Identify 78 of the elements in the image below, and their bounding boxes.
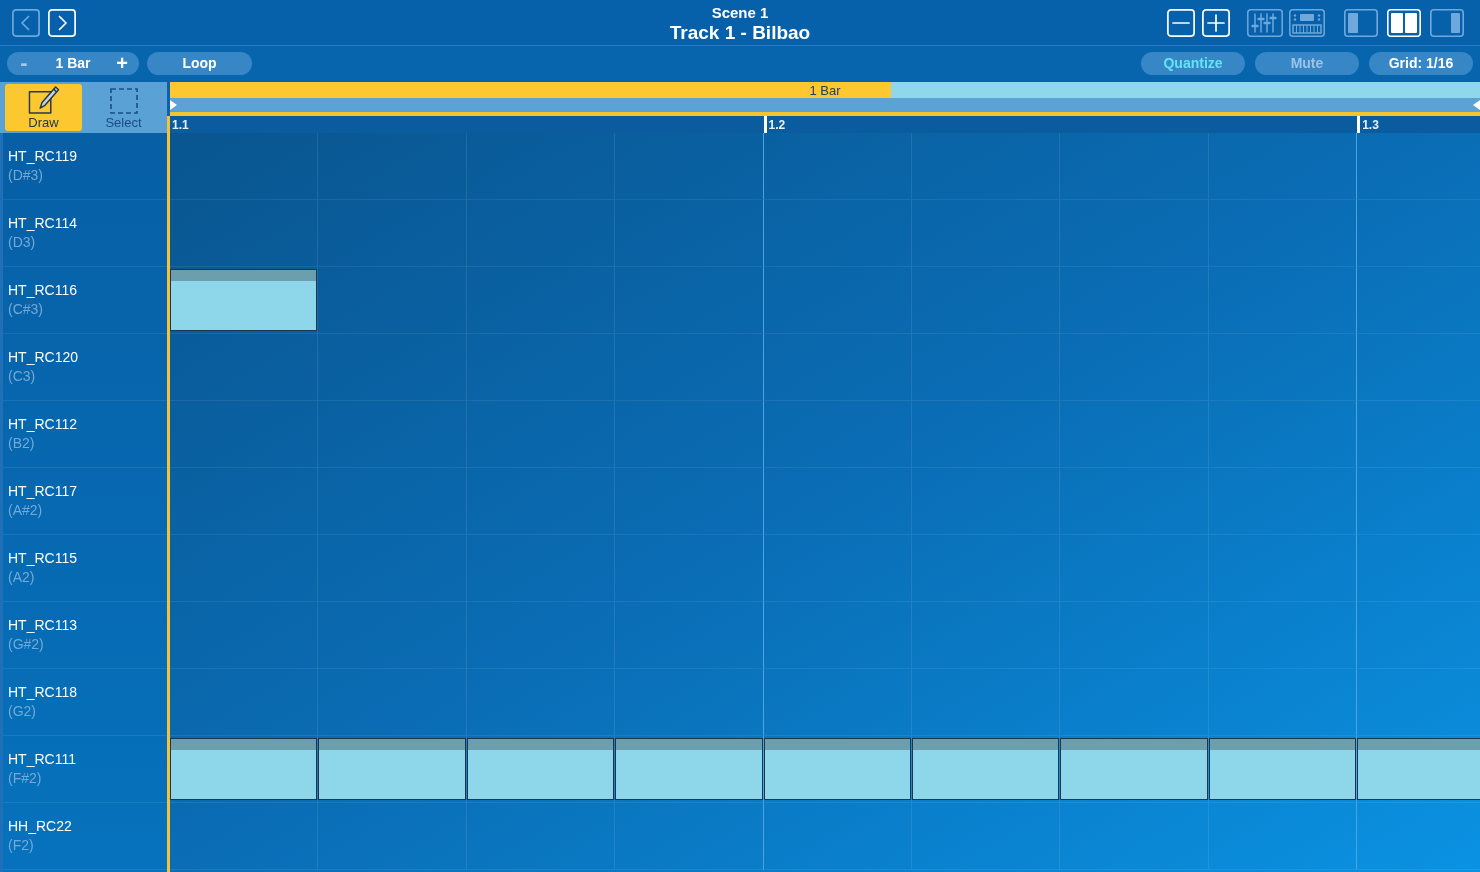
- overview-label: 1 Bar: [809, 83, 841, 97]
- minus-icon: [1167, 8, 1195, 37]
- layout-button[interactable]: [1344, 8, 1378, 37]
- zoom-out-button[interactable]: [1167, 8, 1195, 37]
- pitch-label: (G2): [8, 702, 36, 721]
- sliders-icon: [1247, 8, 1283, 37]
- sample-name: HT_RC115: [8, 549, 77, 568]
- sample-name: HT_RC119: [8, 147, 77, 166]
- right-panel-icon: [1430, 8, 1464, 37]
- step-cell[interactable]: [615, 267, 764, 334]
- plus-icon: [1202, 8, 1230, 37]
- tool-button[interactable]: Select: [85, 84, 162, 131]
- pitch-label: (D3): [8, 233, 36, 252]
- step-cell[interactable]: [615, 200, 764, 267]
- step-cell[interactable]: [1208, 200, 1358, 267]
- step-cell[interactable]: [1208, 803, 1358, 870]
- step-cell[interactable]: [1208, 401, 1358, 468]
- sample-name: HT_RC117: [8, 482, 77, 501]
- loop-button[interactable]: Loop: [147, 51, 252, 75]
- pitch-label: (A#2): [8, 501, 43, 520]
- sample-name: HT_RC120: [8, 348, 79, 367]
- pitch-label: (F#2): [8, 769, 42, 788]
- dashed-square-icon: [108, 87, 139, 115]
- sample-name: HT_RC113: [8, 616, 77, 635]
- tick-mark-icon: [763, 116, 767, 133]
- forward-button[interactable]: [48, 8, 76, 37]
- sample-name: HT_RC118: [8, 683, 77, 702]
- sample-name: HH_RC22: [8, 817, 72, 836]
- step-cell[interactable]: [1208, 669, 1358, 736]
- step-cell[interactable]: [615, 535, 764, 602]
- ruler-label: 1.3: [1362, 117, 1379, 131]
- pitch-label: (B2): [8, 434, 35, 453]
- step-cell[interactable]: [615, 133, 764, 200]
- pitch-label: (G#2): [8, 635, 44, 654]
- pencil-square-icon: [26, 84, 61, 115]
- layout-button[interactable]: [1430, 8, 1464, 37]
- step-cell[interactable]: [615, 468, 764, 535]
- bar-length-value: 1 Bar: [55, 53, 91, 73]
- loop-start-triangle-icon[interactable]: [170, 100, 177, 110]
- zoom-in-button[interactable]: [1202, 8, 1230, 37]
- two-panels-icon: [1387, 8, 1421, 37]
- loop-end-triangle-icon[interactable]: [1473, 100, 1480, 110]
- ruler-label: 1.2: [768, 117, 786, 131]
- tool-button[interactable]: Draw: [5, 84, 82, 131]
- step-cell[interactable]: [615, 334, 764, 401]
- step-cell[interactable]: [1208, 602, 1358, 669]
- pitch-label: (C3): [8, 367, 36, 386]
- step-cell[interactable]: [615, 803, 764, 870]
- chevron-right-icon: [48, 8, 76, 37]
- sample-name: HT_RC116: [8, 281, 77, 300]
- pitch-label: (A2): [8, 568, 35, 587]
- instrument-toggle[interactable]: [1289, 8, 1325, 37]
- step-cell[interactable]: [1208, 133, 1358, 200]
- step-cell[interactable]: [615, 669, 764, 736]
- step-cell[interactable]: [1208, 468, 1358, 535]
- step-cell[interactable]: [1208, 535, 1358, 602]
- toolbar-button[interactable]: Quantize: [1141, 51, 1245, 75]
- step-cell[interactable]: [1208, 334, 1358, 401]
- ruler-label: 1.1: [172, 117, 189, 131]
- step-cell[interactable]: [615, 602, 764, 669]
- pitch-label: (C#3): [8, 300, 43, 319]
- mixer-toggle[interactable]: [1247, 8, 1283, 37]
- left-panel-icon: [1344, 8, 1378, 37]
- chevron-left-icon: [12, 8, 40, 37]
- pitch-label: (D#3): [8, 166, 43, 185]
- sample-name: HT_RC112: [8, 415, 77, 434]
- keyboard-icon: [1289, 8, 1325, 37]
- sample-name: HT_RC114: [8, 214, 77, 233]
- step-cell[interactable]: [1208, 267, 1358, 334]
- scene-title: Scene 1: [711, 3, 769, 22]
- track-title: Track 1 - Bilbao: [669, 21, 811, 44]
- sample-name: HT_RC111: [8, 750, 76, 769]
- step-cell[interactable]: [615, 401, 764, 468]
- toolbar-button[interactable]: Grid: 1/16: [1369, 51, 1473, 75]
- increment-button[interactable]: +: [113, 53, 131, 73]
- pitch-label: (F2): [8, 836, 34, 855]
- overview-track[interactable]: 1 Bar: [170, 82, 1480, 98]
- tick-mark-icon: [1357, 116, 1361, 133]
